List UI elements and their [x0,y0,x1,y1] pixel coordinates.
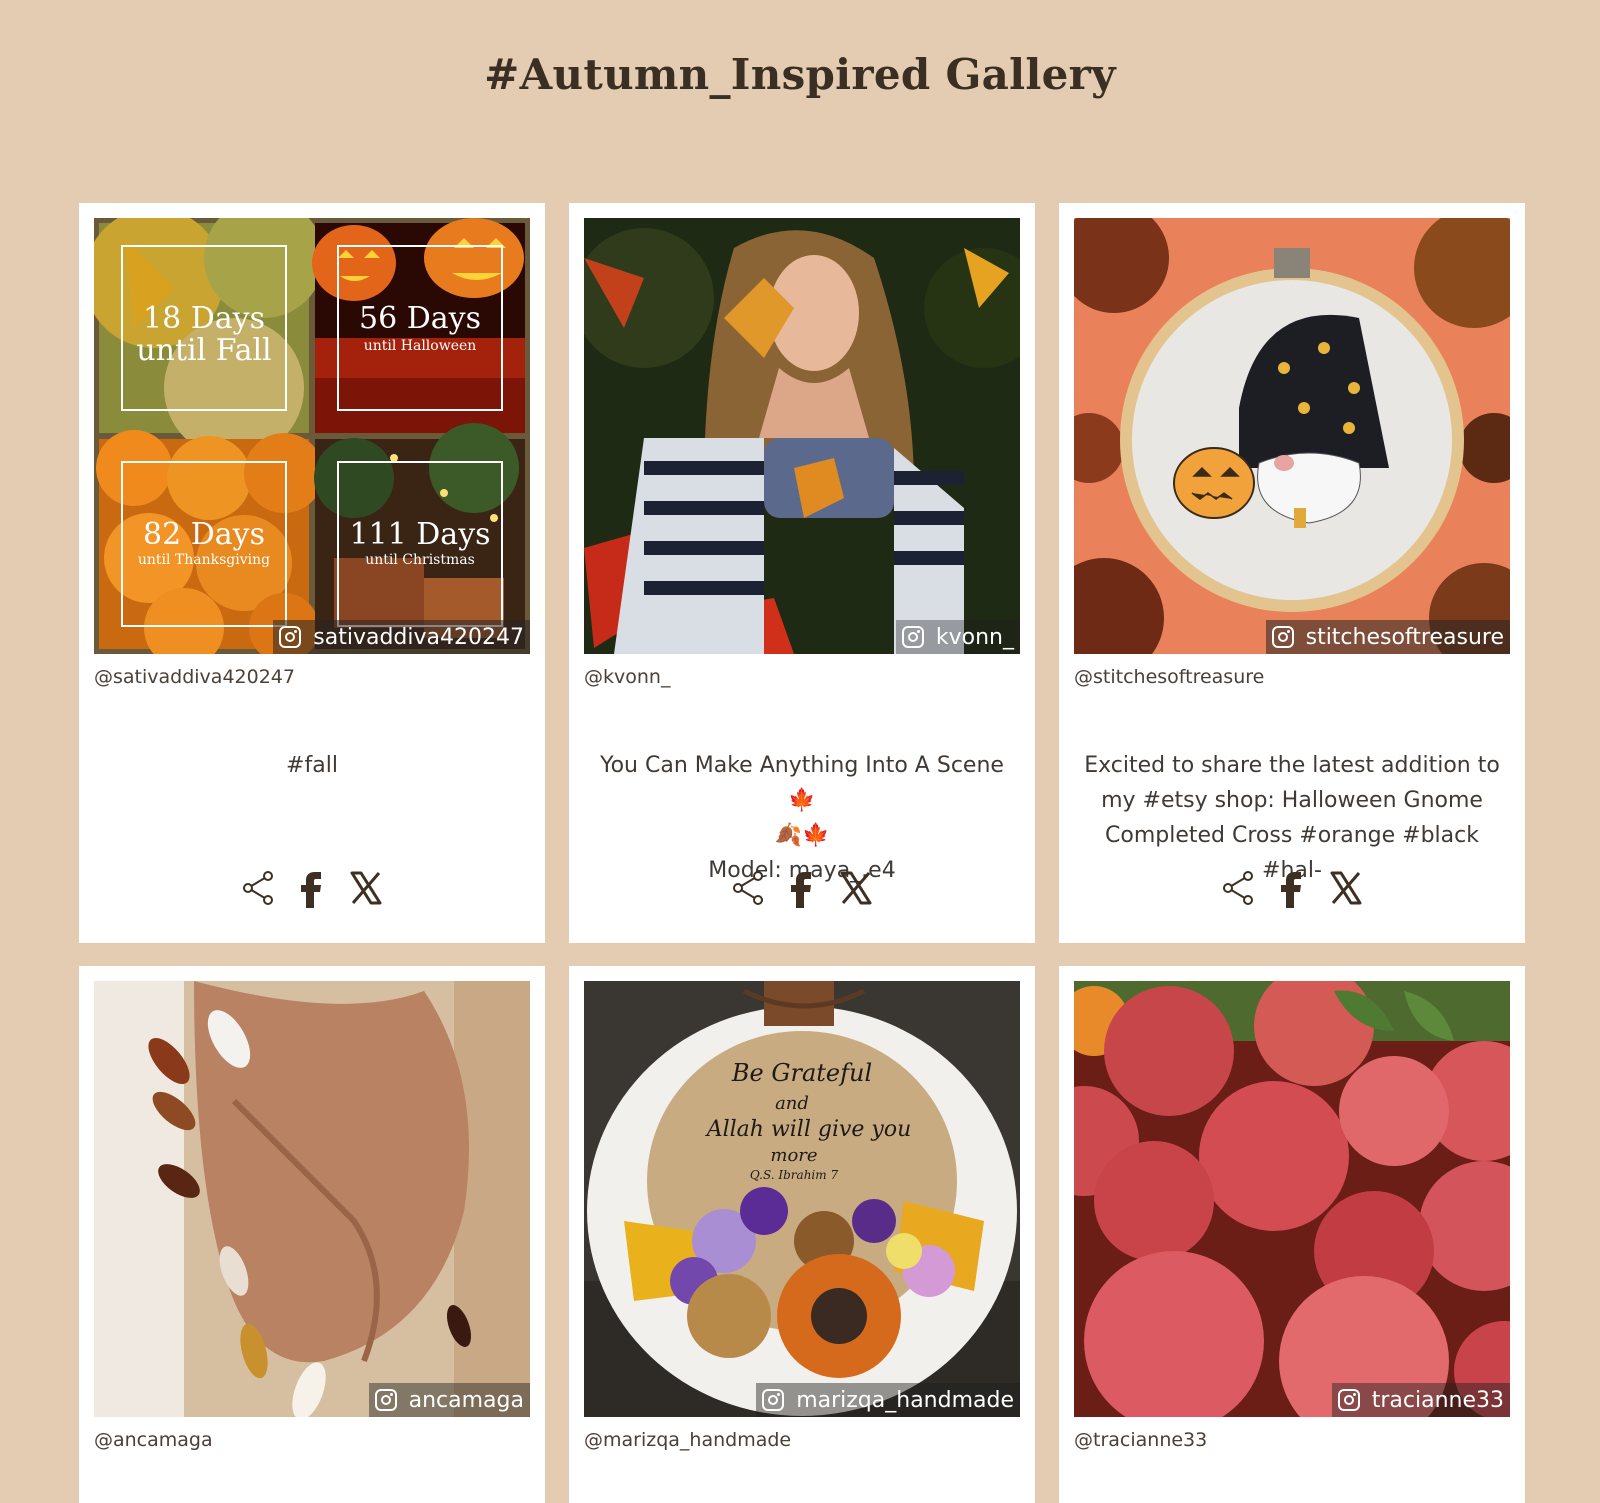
countdown-christmas-number: 111 Days [349,517,490,552]
autumn-nails-image [94,981,530,1417]
overlay-username: marizqa_handmade [796,1387,1014,1413]
share-button[interactable] [731,868,765,908]
sign-text-line: Q.S. Ibrahim 7 [750,1168,839,1182]
facebook-icon [301,872,321,908]
post-photo[interactable]: kvonn_ [584,218,1020,654]
gallery-title: #Autumn_Inspired Gallery [484,50,1116,99]
share-row [1059,868,1525,908]
post-card: tracianne33 @tracianne33 [1059,966,1525,1503]
post-handle[interactable]: @sativaddiva420247 [94,666,295,688]
x-share-button[interactable] [1329,868,1363,908]
countdown-fall-number: 18 Days [143,301,265,336]
sign-text-line: Be Grateful [731,1059,872,1087]
instagram-username-overlay[interactable]: stitchesoftreasure [1265,620,1510,654]
instagram-icon [762,1389,785,1411]
instagram-username-overlay[interactable]: kvonn_ [895,620,1020,654]
post-card: stitchesoftreasure @stitchesoftreasure E… [1059,203,1525,943]
countdown-halloween-label: until Halloween [364,338,477,354]
share-icon [243,871,273,905]
share-row [569,868,1035,908]
post-card: ancamaga @ancamaga [79,966,545,1503]
share-button[interactable] [241,868,275,908]
apples-image [1074,981,1510,1417]
overlay-username: sativaddiva420247 [313,624,524,650]
facebook-share-button[interactable] [1275,868,1309,908]
instagram-username-overlay[interactable]: ancamaga [368,1383,530,1417]
countdown-halloween-number: 56 Days [359,301,481,336]
post-handle[interactable]: @ancamaga [94,1429,213,1451]
post-caption: Excited to share the latest addition to … [1074,748,1510,888]
share-icon [1223,871,1253,905]
x-icon [1330,871,1362,905]
x-share-button[interactable] [349,868,383,908]
overlay-username: tracianne33 [1371,1387,1504,1413]
post-card: kvonn_ @kvonn_ You Can Make Anything Int… [569,203,1035,943]
share-button[interactable] [1221,868,1255,908]
share-row [79,868,545,908]
felt-pumpkin-sign-image: Be Grateful and Allah will give you more… [584,981,1020,1417]
instagram-icon [1337,1389,1360,1411]
post-photo[interactable]: Be Grateful and Allah will give you more… [584,981,1020,1417]
instagram-icon [279,626,302,648]
sign-text-line: and [775,1093,809,1114]
countdown-thanksgiving-label: until Thanksgiving [138,552,270,568]
facebook-icon [1281,872,1301,908]
post-caption: You Can Make Anything Into A Scene 🍁 🍂🍁 … [584,748,1020,888]
x-icon [350,871,382,905]
post-handle[interactable]: @marizqa_handmade [584,1429,791,1451]
gnome-cross-stitch-image [1074,218,1510,654]
post-caption: #fall [94,748,530,783]
facebook-icon [791,872,811,908]
post-photo[interactable]: ancamaga [94,981,530,1417]
x-icon [840,871,872,905]
countdown-thanksgiving-number: 82 Days [143,517,265,552]
facebook-share-button[interactable] [295,868,329,908]
post-handle[interactable]: @kvonn_ [584,666,670,688]
post-card: 18 Days until Fall 56 Days until Hallowe… [79,203,545,943]
caption-line: Excited to share the latest addition to [1084,753,1500,778]
post-photo[interactable]: 18 Days until Fall 56 Days until Hallowe… [94,218,530,654]
x-share-button[interactable] [839,868,873,908]
overlay-username: stitchesoftreasure [1305,624,1504,650]
post-handle[interactable]: @stitchesoftreasure [1074,666,1264,688]
caption-line: my #etsy shop: Halloween Gnome [1101,788,1483,813]
overlay-username: kvonn_ [935,624,1014,650]
instagram-username-overlay[interactable]: marizqa_handmade [756,1383,1020,1417]
overlay-username: ancamaga [408,1387,524,1413]
share-icon [733,871,763,905]
post-handle[interactable]: @tracianne33 [1074,1429,1207,1451]
post-photo[interactable]: stitchesoftreasure [1074,218,1510,654]
caption-line: You Can Make Anything Into A Scene 🍁 [600,753,1004,813]
countdown-fall-label: until Fall [136,333,271,368]
post-card: Be Grateful and Allah will give you more… [569,966,1035,1503]
autumn-portrait-image [584,218,1020,654]
caption-line: #fall [286,753,338,778]
instagram-icon [374,1389,397,1411]
caption-line: 🍂🍁 [774,823,830,848]
countdown-christmas-label: until Christmas [365,552,475,568]
facebook-share-button[interactable] [785,868,819,908]
instagram-icon [1271,626,1294,648]
instagram-icon [901,626,924,648]
instagram-username-overlay[interactable]: tracianne33 [1331,1383,1510,1417]
instagram-username-overlay[interactable]: sativaddiva420247 [273,620,530,654]
countdown-collage-image: 18 Days until Fall 56 Days until Hallowe… [94,218,530,654]
post-photo[interactable]: tracianne33 [1074,981,1510,1417]
sign-text-line: Allah will give you [705,1117,912,1142]
sign-text-line: more [770,1145,817,1166]
